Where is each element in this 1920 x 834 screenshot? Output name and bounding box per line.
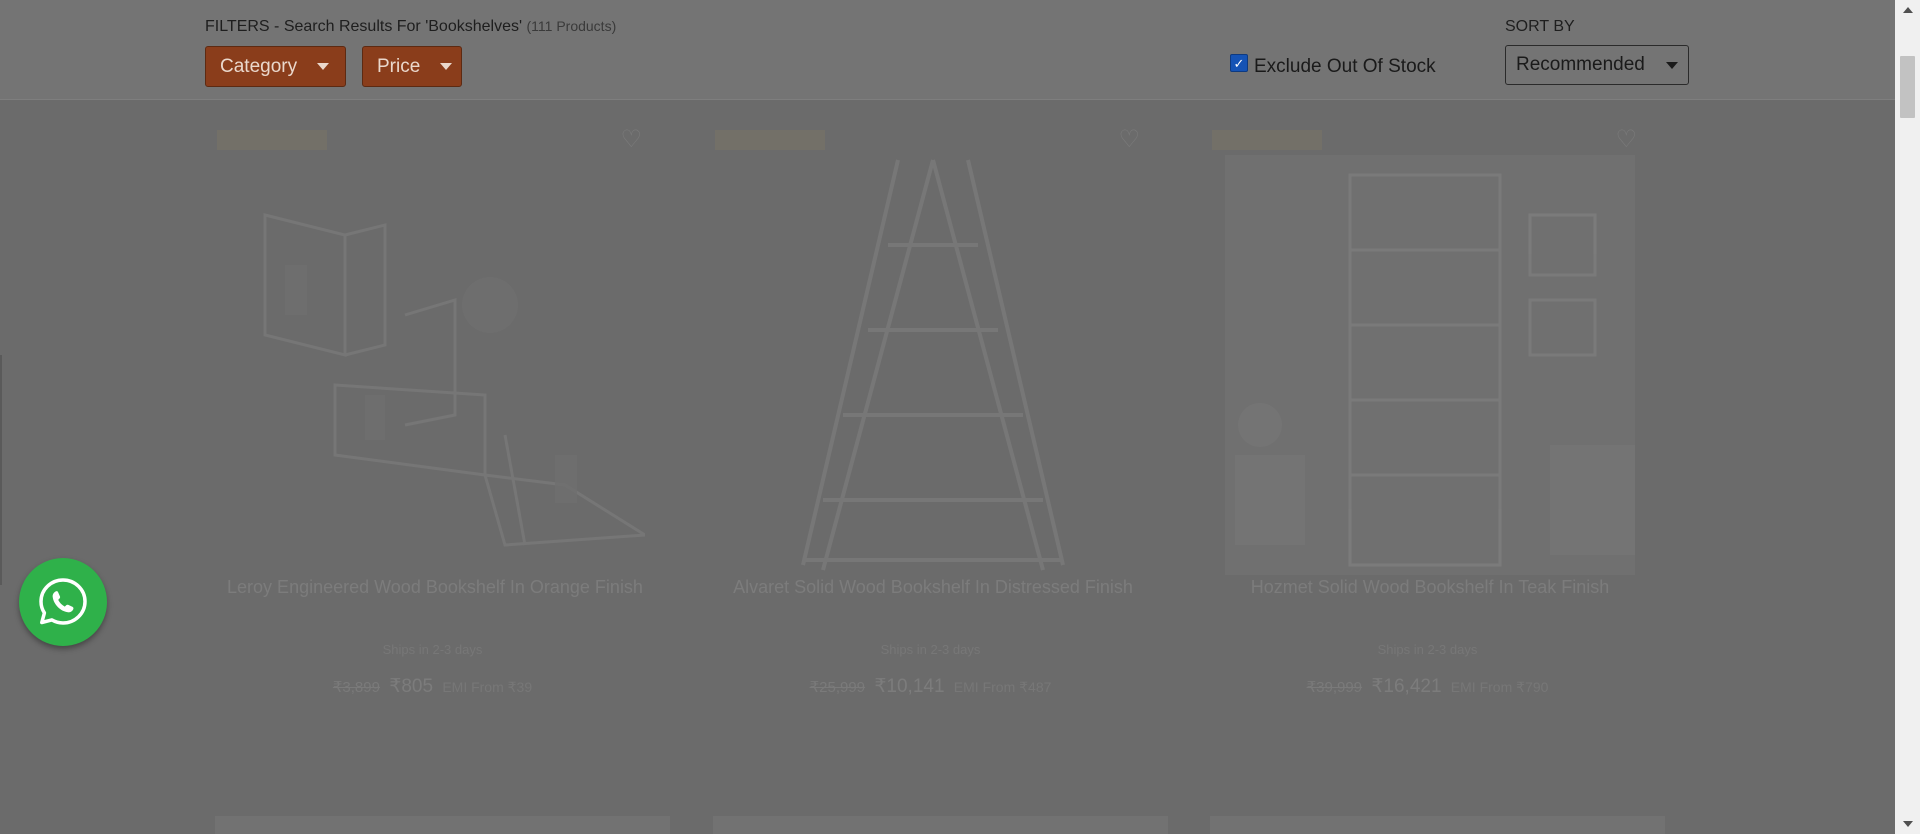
chevron-down-icon: [1666, 61, 1678, 69]
product-mrp: ₹3,899: [332, 679, 380, 696]
page-scrollbar[interactable]: [1895, 0, 1920, 834]
product-badge: [217, 130, 327, 150]
product-count: (111 Products): [526, 18, 617, 34]
heart-icon[interactable]: ♡: [620, 125, 642, 154]
product-emi: EMI From ₹487: [953, 679, 1052, 695]
product-prices: ₹25,999 ₹10,141 EMI From ₹487: [703, 675, 1158, 698]
product-emi: EMI From ₹39: [442, 679, 533, 695]
sort-by-select[interactable]: Recommended: [1505, 45, 1689, 85]
scrollbar-thumb[interactable]: [1900, 56, 1915, 118]
category-filter-button[interactable]: Category: [205, 46, 346, 87]
delivery-info: Ships in 2-3 days: [1377, 642, 1478, 657]
product-emi: EMI From ₹790: [1450, 679, 1549, 695]
price-filter-button[interactable]: Price: [362, 46, 462, 87]
product-badge: [715, 130, 825, 150]
product-card-partial: [215, 816, 670, 834]
delivery-info: Ships in 2-3 days: [880, 642, 981, 657]
product-card-partial: [1210, 816, 1665, 834]
product-card[interactable]: ♡ Leroy Engineered Wood Bookshelf In Ora…: [205, 115, 660, 715]
product-image[interactable]: [1220, 155, 1640, 575]
product-prices: ₹3,899 ₹805 EMI From ₹39: [205, 675, 660, 698]
product-price: ₹10,141: [874, 676, 945, 697]
product-name[interactable]: Leroy Engineered Wood Bookshelf In Orang…: [225, 575, 645, 599]
product-name[interactable]: Hozmet Solid Wood Bookshelf In Teak Fini…: [1220, 575, 1640, 599]
price-filter-label: Price: [377, 55, 421, 77]
product-card[interactable]: ♡ Hozmet Solid Wood Bookshelf In Teak Fi…: [1200, 115, 1655, 715]
product-card[interactable]: ♡ Alvaret Solid Wood Bookshelf In Distre…: [703, 115, 1158, 715]
product-badge: [1212, 130, 1322, 150]
product-image[interactable]: [723, 155, 1143, 575]
heart-icon[interactable]: ♡: [1615, 125, 1637, 154]
sort-by-label: SORT BY: [1505, 18, 1575, 35]
sort-by-value: Recommended: [1516, 54, 1645, 75]
filters-title-text: FILTERS - Search Results For 'Bookshelve…: [205, 18, 523, 35]
category-filter-label: Category: [220, 55, 298, 77]
chevron-down-icon: [440, 63, 453, 70]
exclude-out-of-stock-toggle[interactable]: ✓ Exclude Out Of Stock: [1230, 54, 1436, 78]
product-mrp: ₹25,999: [809, 679, 866, 696]
product-image[interactable]: [225, 155, 645, 575]
exclude-out-of-stock-checkbox[interactable]: ✓: [1230, 54, 1248, 72]
product-card-partial: [713, 816, 1168, 834]
product-prices: ₹39,999 ₹16,421 EMI From ₹790: [1200, 675, 1655, 698]
product-price: ₹805: [389, 676, 434, 697]
filter-bar: FILTERS - Search Results For 'Bookshelve…: [0, 0, 1895, 100]
product-mrp: ₹39,999: [1306, 679, 1363, 696]
delivery-info: Ships in 2-3 days: [382, 642, 483, 657]
whatsapp-icon: [39, 578, 87, 625]
side-drawer-edge: [0, 355, 2, 585]
exclude-out-of-stock-label: Exclude Out Of Stock: [1254, 56, 1436, 77]
product-price: ₹16,421: [1371, 676, 1442, 697]
product-name[interactable]: Alvaret Solid Wood Bookshelf In Distress…: [723, 575, 1143, 599]
chevron-down-icon: [317, 63, 330, 70]
whatsapp-button[interactable]: [19, 558, 107, 646]
heart-icon[interactable]: ♡: [1118, 125, 1140, 154]
scroll-up-arrow[interactable]: [1895, 0, 1920, 20]
scroll-down-arrow[interactable]: [1895, 814, 1920, 834]
filters-heading: FILTERS - Search Results For 'Bookshelve…: [205, 18, 616, 36]
